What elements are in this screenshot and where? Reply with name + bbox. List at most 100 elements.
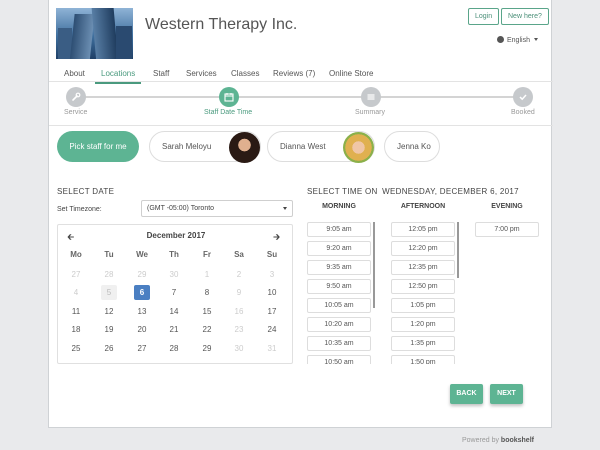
weekday-label: Th	[169, 250, 179, 259]
time-slot[interactable]: 10:50 am	[307, 355, 371, 364]
pick-staff-for-me-button[interactable]: Pick staff for me	[57, 131, 139, 162]
progress-steps: Service Staff Date Time Summary Booked	[49, 84, 553, 126]
calendar-day[interactable]: 28	[166, 341, 182, 356]
step-label-staff-date-time: Staff Date Time	[204, 109, 253, 116]
calendar-day[interactable]: 7	[166, 285, 182, 300]
back-button[interactable]: BACK	[450, 384, 483, 404]
tab-locations[interactable]: Locations	[95, 69, 142, 84]
time-slot[interactable]: 9:05 am	[307, 222, 371, 237]
time-slot[interactable]: 10:35 am	[307, 336, 371, 351]
time-slot[interactable]: 9:50 am	[307, 279, 371, 294]
weekday-label: Fr	[203, 250, 211, 259]
weekday-label: Mo	[70, 250, 82, 259]
time-slot[interactable]: 1:35 pm	[391, 336, 455, 351]
calendar-day[interactable]: 29	[199, 341, 215, 356]
time-slot[interactable]: 12:50 pm	[391, 279, 455, 294]
step-staff-date-time[interactable]	[219, 87, 239, 107]
step-booked[interactable]	[513, 87, 533, 107]
calendar-day[interactable]: 14	[166, 304, 182, 319]
step-label-service: Service	[64, 109, 88, 116]
calendar-day: 30	[169, 270, 179, 279]
arrow-right-icon[interactable]: 🡲	[273, 230, 280, 246]
calendar-day[interactable]: 11	[68, 304, 84, 319]
afternoon-header: AFTERNOON	[400, 203, 446, 210]
staff-name: Dianna West	[280, 142, 326, 151]
calendar: 🡰 December 2017 🡲 Mo Tu We Th Fr Sa Su 2…	[57, 224, 293, 364]
timezone-label: Set Timezone:	[57, 206, 102, 213]
morning-scrollbar[interactable]	[373, 222, 375, 308]
calendar-day[interactable]: 21	[166, 322, 182, 337]
calendar-day: 9	[236, 288, 242, 297]
login-button[interactable]: Login	[468, 8, 500, 25]
calendar-day[interactable]: 13	[134, 304, 150, 319]
tab-online-store[interactable]: Online Store	[329, 69, 373, 82]
calendar-icon	[224, 93, 234, 102]
time-slot[interactable]: 1:20 pm	[391, 317, 455, 332]
check-icon	[519, 94, 527, 101]
brand-logo[interactable]: bookshelf	[501, 437, 534, 444]
step-label-summary: Summary	[355, 109, 385, 116]
tab-classes[interactable]: Classes	[231, 69, 259, 82]
calendar-day: 16	[234, 307, 244, 316]
timezone-value: (GMT -05:00) Toronto	[147, 205, 215, 212]
calendar-day-selected[interactable]: 6	[134, 285, 150, 300]
staff-option-dianna[interactable]: Dianna West	[267, 131, 375, 163]
time-slot[interactable]: 12:35 pm	[391, 260, 455, 275]
step-label-booked: Booked	[511, 109, 535, 116]
company-logo	[56, 8, 133, 59]
tab-services[interactable]: Services	[186, 69, 217, 82]
evening-header: EVENING	[491, 203, 523, 210]
calendar-day[interactable]: 10	[264, 285, 280, 300]
calendar-day[interactable]: 15	[199, 304, 215, 319]
calendar-day[interactable]: 18	[68, 322, 84, 337]
step-service[interactable]	[66, 87, 86, 107]
calendar-day[interactable]: 12	[101, 304, 117, 319]
staff-name: Jenna Ko	[397, 142, 431, 151]
tab-bar: About Locations Staff Services Classes R…	[49, 66, 553, 84]
calendar-day: 4	[73, 288, 79, 297]
progress-line	[75, 96, 525, 98]
step-summary[interactable]	[361, 87, 381, 107]
calendar-day[interactable]: 25	[68, 341, 84, 356]
morning-header: MORNING	[322, 203, 356, 210]
globe-icon	[497, 36, 504, 43]
list-icon	[367, 94, 375, 100]
tab-about[interactable]: About	[64, 69, 85, 82]
calendar-day[interactable]: 17	[264, 304, 280, 319]
time-slot[interactable]: 10:20 am	[307, 317, 371, 332]
new-here-button[interactable]: New here?	[501, 8, 549, 25]
calendar-day[interactable]: 19	[101, 322, 117, 337]
header: Western Therapy Inc. Login New here? Eng…	[49, 0, 553, 64]
calendar-day[interactable]: 22	[199, 322, 215, 337]
calendar-day: 5	[101, 285, 117, 300]
weekday-label: We	[136, 250, 148, 259]
weekday-label: Tu	[104, 250, 114, 259]
afternoon-scrollbar[interactable]	[457, 222, 459, 278]
time-slot[interactable]: 12:05 pm	[391, 222, 455, 237]
time-slot[interactable]: 1:05 pm	[391, 298, 455, 313]
time-slot[interactable]: 10:05 am	[307, 298, 371, 313]
staff-option-sarah[interactable]: Sarah Meloyu	[149, 131, 261, 163]
calendar-day[interactable]: 20	[134, 322, 150, 337]
time-slot[interactable]: 1:50 pm	[391, 355, 455, 364]
tab-reviews[interactable]: Reviews (7)	[273, 69, 315, 82]
calendar-day[interactable]: 27	[134, 341, 150, 356]
next-button[interactable]: NEXT	[490, 384, 523, 404]
calendar-day: 2	[236, 270, 242, 279]
calendar-day[interactable]: 26	[101, 341, 117, 356]
calendar-day: 31	[267, 344, 277, 353]
language-selector[interactable]: English	[497, 36, 538, 44]
time-slot[interactable]: 7:00 pm	[475, 222, 539, 237]
time-slot[interactable]: 12:20 pm	[391, 241, 455, 256]
timezone-select[interactable]: (GMT -05:00) Toronto	[141, 200, 293, 217]
avatar	[343, 132, 374, 163]
calendar-day[interactable]: 8	[199, 285, 215, 300]
calendar-day[interactable]: 24	[264, 322, 280, 337]
tab-staff[interactable]: Staff	[153, 69, 169, 82]
staff-option-jenna[interactable]: Jenna Ko	[384, 131, 440, 162]
booking-panel: Western Therapy Inc. Login New here? Eng…	[48, 0, 553, 428]
time-slot[interactable]: 9:20 am	[307, 241, 371, 256]
time-slot[interactable]: 9:35 am	[307, 260, 371, 275]
calendar-day: 30	[234, 344, 244, 353]
calendar-day: 3	[269, 270, 275, 279]
